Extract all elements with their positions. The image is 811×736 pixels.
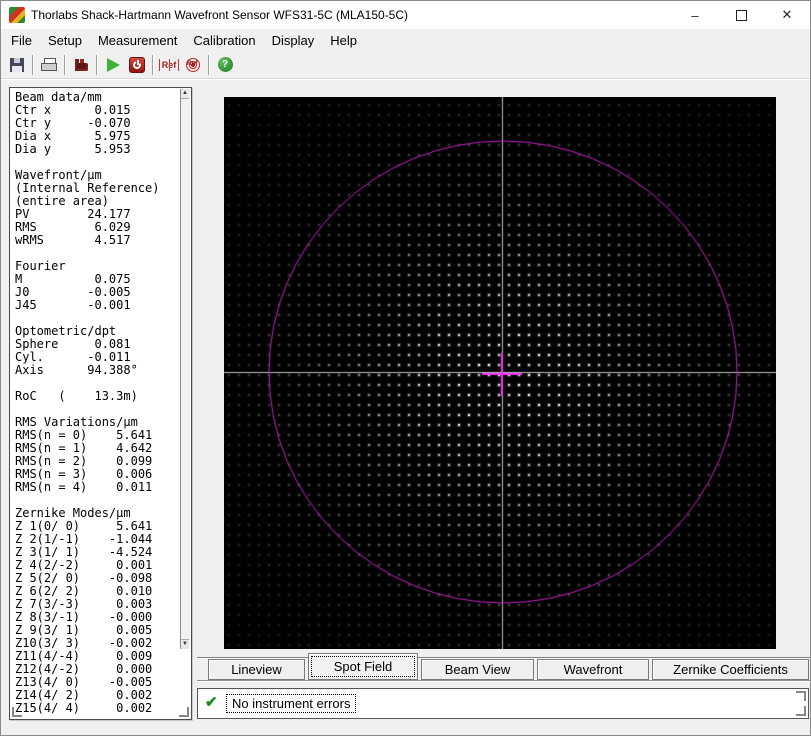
instrument-settings-icon bbox=[74, 58, 89, 72]
start-measurement-button[interactable] bbox=[101, 54, 125, 76]
toolbar-separator bbox=[152, 54, 154, 75]
toolbar-separator bbox=[96, 54, 98, 75]
stop-measurement-button[interactable] bbox=[125, 54, 149, 76]
panel-corner-handle bbox=[12, 707, 22, 717]
reference-sphere-icon: Ref bbox=[185, 57, 201, 73]
tab-wavefront[interactable]: Wavefront bbox=[537, 659, 649, 680]
view-tabs: Lineview Spot Field Beam View Wavefront Zern… bbox=[208, 653, 809, 680]
save-icon bbox=[10, 57, 24, 72]
instrument-settings-button[interactable] bbox=[69, 54, 93, 76]
status-corner-handle bbox=[796, 691, 806, 701]
data-panel-line: RMS(n = 4) 0.011 bbox=[15, 480, 153, 494]
stop-icon bbox=[129, 56, 145, 73]
help-icon: ? bbox=[217, 57, 233, 72]
data-panel-line: J45 -0.001 bbox=[15, 298, 131, 312]
toolbar-separator bbox=[64, 54, 66, 75]
data-panel-line: Axis 94.388° bbox=[15, 363, 138, 377]
save-button[interactable] bbox=[5, 54, 29, 76]
status-message: No instrument errors bbox=[226, 694, 357, 713]
menu-item-file[interactable]: File bbox=[3, 31, 40, 50]
menu-bar: File Setup Measurement Calibration Display He… bbox=[1, 29, 810, 51]
menu-item-measurement[interactable]: Measurement bbox=[90, 31, 185, 50]
app-icon bbox=[9, 7, 25, 23]
data-panel-line: Z15(4/ 4) 0.002 bbox=[15, 701, 153, 715]
menu-item-setup[interactable]: Setup bbox=[40, 31, 90, 50]
menu-item-display[interactable]: Display bbox=[264, 31, 323, 50]
help-button[interactable]: ? bbox=[213, 54, 237, 76]
toolbar: Ref Ref ? bbox=[1, 51, 810, 79]
status-ok-check-icon: ✔ bbox=[205, 694, 218, 711]
panel-scrollbar[interactable]: ▲ ▼ bbox=[180, 89, 190, 649]
start-icon bbox=[106, 57, 120, 72]
maximize-button[interactable] bbox=[718, 1, 764, 29]
maximize-icon bbox=[735, 9, 747, 21]
data-panel-line: RoC ( 13.3m) bbox=[15, 389, 138, 403]
tab-zernike-coefficients[interactable]: Zernike Coefficients bbox=[652, 659, 809, 680]
close-button[interactable]: ✕ bbox=[764, 1, 810, 29]
reference-sphere-button[interactable]: Ref bbox=[181, 54, 205, 76]
tab-bar-bottom-line bbox=[197, 680, 810, 682]
spot-field-display bbox=[224, 97, 776, 649]
menu-item-calibration[interactable]: Calibration bbox=[185, 31, 263, 50]
measurement-data-panel: Beam data/mm Ctr x 0.015 Ctr y -0.070 Dia x… bbox=[9, 87, 192, 720]
app-window: Thorlabs Shack-Hartmann Wavefront Sensor… bbox=[0, 0, 811, 736]
reference-plane-icon: Ref bbox=[158, 58, 180, 71]
toolbar-separator bbox=[32, 54, 34, 75]
print-button[interactable] bbox=[37, 54, 61, 76]
data-panel-line: Dia y 5.953 bbox=[15, 142, 131, 156]
tab-lineview[interactable]: Lineview bbox=[208, 659, 305, 680]
measurement-data-text: Beam data/mm Ctr x 0.015 Ctr y -0.070 Dia x… bbox=[15, 91, 177, 716]
minimize-button[interactable]: – bbox=[672, 1, 718, 29]
view-tab-bar: Lineview Spot Field Beam View Wavefront Zern… bbox=[197, 653, 810, 682]
panel-corner-handle bbox=[179, 707, 189, 717]
tab-beam-view[interactable]: Beam View bbox=[421, 659, 534, 680]
menu-item-help[interactable]: Help bbox=[322, 31, 365, 50]
reference-plane-button[interactable]: Ref bbox=[157, 54, 181, 76]
title-bar: Thorlabs Shack-Hartmann Wavefront Sensor… bbox=[1, 1, 810, 29]
instrument-status-box: ✔ No instrument errors bbox=[197, 688, 809, 719]
tab-spot-field[interactable]: Spot Field bbox=[308, 653, 418, 680]
scroll-up-icon[interactable]: ▲ bbox=[181, 89, 189, 99]
print-icon bbox=[41, 58, 57, 71]
status-corner-handle bbox=[796, 706, 806, 716]
scroll-down-icon[interactable]: ▼ bbox=[181, 639, 189, 649]
toolbar-separator bbox=[208, 54, 210, 75]
data-panel-line: wRMS 4.517 bbox=[15, 233, 131, 247]
window-title: Thorlabs Shack-Hartmann Wavefront Sensor… bbox=[31, 8, 409, 22]
